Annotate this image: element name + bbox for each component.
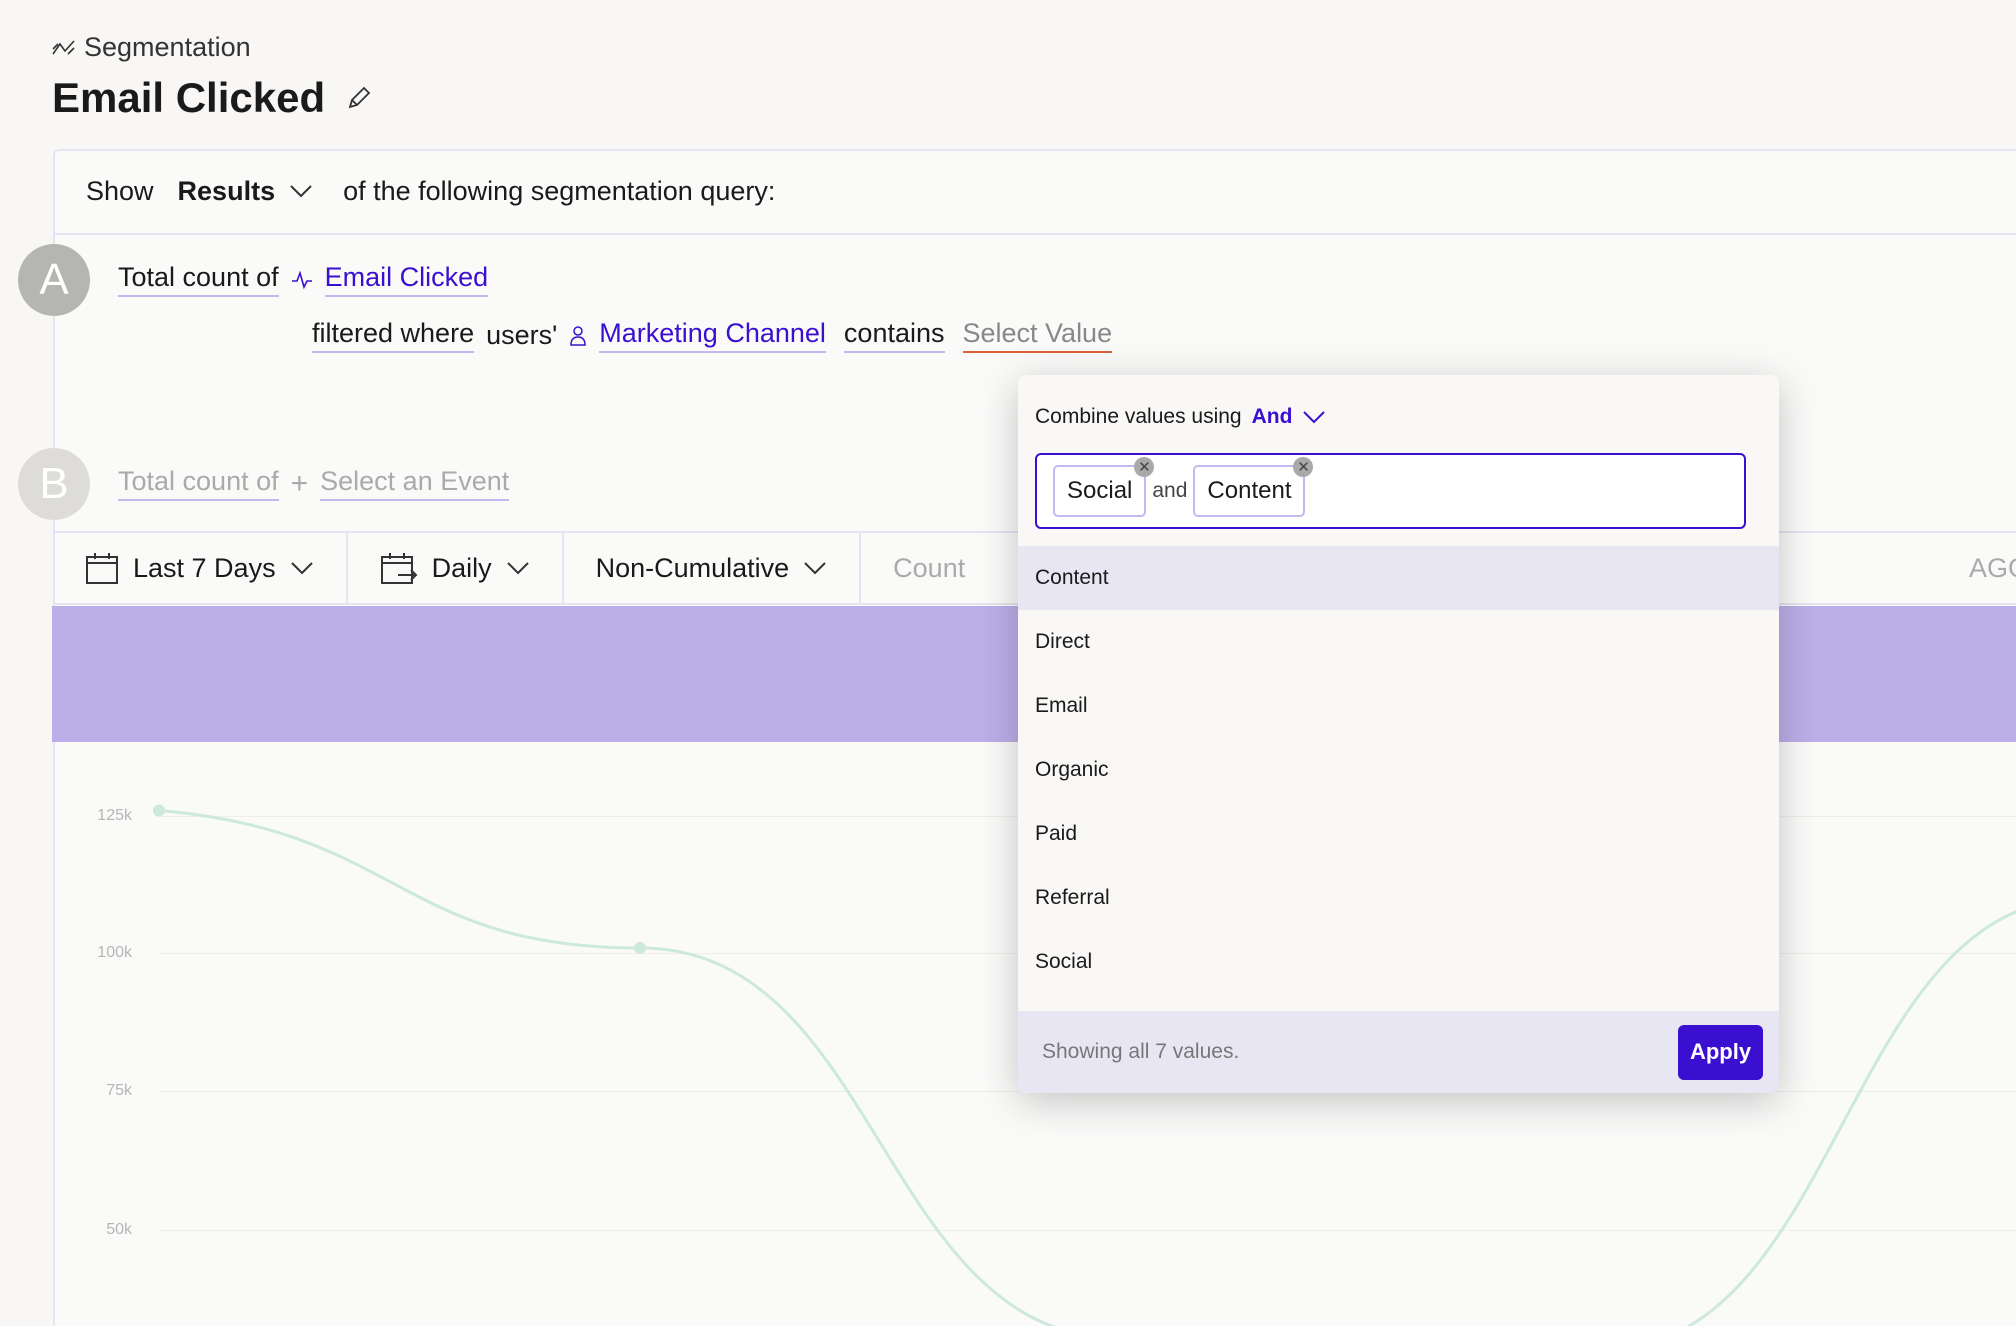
value-option[interactable]: Email (1018, 674, 1779, 738)
segmentation-chart-icon (52, 39, 75, 55)
values-count: Showing all 7 values. (1042, 1040, 1240, 1063)
property-selector[interactable]: Marketing Channel (599, 318, 826, 353)
breadcrumb[interactable]: Segmentation (52, 32, 251, 63)
cumulative-dropdown[interactable]: Non-Cumulative (564, 533, 862, 603)
cumulative-label: Non-Cumulative (595, 552, 790, 583)
calendar-arrow-icon (380, 553, 417, 584)
query-suffix: of the following segmentation query: (343, 175, 776, 206)
data-point[interactable] (634, 942, 646, 954)
date-range-label: Last 7 Days (133, 552, 276, 583)
title-text: Email Clicked (52, 74, 326, 121)
user-icon (570, 325, 587, 346)
chip-label: Social (1067, 477, 1133, 504)
measure-label: Count (893, 552, 966, 583)
value-option[interactable]: Direct (1018, 610, 1779, 674)
measure-dropdown[interactable]: Count (861, 533, 997, 603)
aggregation-selector[interactable]: Total count of (118, 262, 279, 297)
results-dropdown[interactable]: Results (178, 176, 276, 207)
filter-scope: users' (486, 320, 558, 350)
page-title: Email Clicked (52, 74, 373, 122)
event-icon (291, 269, 312, 289)
query-letter-b: B (18, 448, 90, 520)
chip-label: Content (1207, 477, 1292, 504)
chevron-down-icon (804, 562, 826, 575)
chevron-down-icon[interactable] (1302, 410, 1326, 424)
filter-label[interactable]: filtered where (312, 318, 475, 353)
agg-label[interactable]: AGG (1969, 553, 2016, 584)
value-options-list: Content Direct Email Organic Paid Referral Soc… (1018, 546, 1779, 994)
chevron-down-icon[interactable] (289, 184, 313, 198)
date-range-dropdown[interactable]: Last 7 Days (53, 533, 348, 603)
select-event-button[interactable]: Select an Event (320, 466, 510, 501)
chip-joiner: and (1152, 479, 1188, 502)
value-option[interactable]: Content (1018, 546, 1779, 610)
query-letter-a: A (18, 244, 90, 316)
value-option[interactable]: Referral (1018, 866, 1779, 930)
value-selector[interactable]: Select Value (962, 318, 1113, 353)
plus-icon: + (290, 466, 309, 500)
value-chip: Content ✕ (1193, 457, 1314, 517)
calendar-icon (86, 553, 118, 584)
value-option[interactable]: Paid (1018, 802, 1779, 866)
value-option[interactable]: Social (1018, 930, 1779, 994)
value-chip: Social ✕ (1053, 457, 1155, 517)
event-selector[interactable]: Email Clicked (324, 262, 489, 297)
aggregation-selector-b[interactable]: Total count of (118, 466, 279, 501)
remove-chip-icon[interactable]: ✕ (1293, 457, 1314, 477)
value-input[interactable]: Social ✕ and Content ✕ (1035, 453, 1746, 529)
interval-dropdown[interactable]: Daily (348, 533, 564, 603)
query-header: Show Results of the following segmentati… (53, 149, 2016, 235)
combine-label: Combine values using (1035, 405, 1242, 428)
show-label: Show (86, 175, 154, 206)
pencil-icon[interactable] (345, 84, 373, 112)
value-picker-popup: Combine values using And Social ✕ and Con… (1018, 375, 1779, 1093)
operator-selector[interactable]: contains (843, 318, 945, 353)
value-option[interactable]: Organic (1018, 738, 1779, 802)
combine-mode-dropdown[interactable]: And (1252, 405, 1293, 429)
data-point[interactable] (153, 804, 165, 817)
remove-chip-icon[interactable]: ✕ (1134, 457, 1155, 477)
apply-button[interactable]: Apply (1678, 1024, 1763, 1080)
chevron-down-icon (290, 562, 313, 575)
chevron-down-icon (506, 562, 529, 575)
breadcrumb-label: Segmentation (84, 32, 251, 62)
interval-label: Daily (431, 552, 492, 583)
